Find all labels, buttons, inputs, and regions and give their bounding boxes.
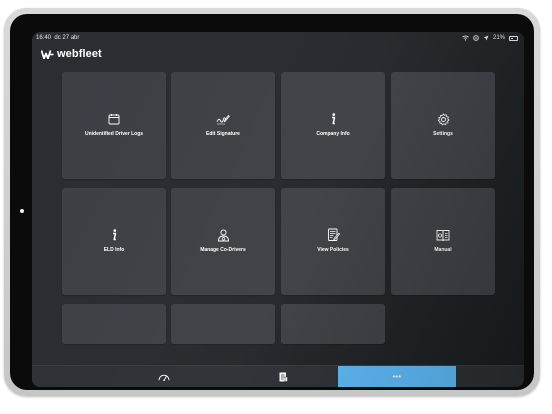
tile-label: Company Info bbox=[316, 131, 350, 137]
tile-settings[interactable]: Settings bbox=[391, 72, 495, 179]
logbook-icon bbox=[279, 372, 288, 382]
tile-partial[interactable] bbox=[171, 304, 275, 344]
tile-partial[interactable] bbox=[281, 304, 385, 344]
tile-edit-signature[interactable]: Edit Signature bbox=[171, 72, 275, 179]
app-screen: 16:40 dc 27 abr 21% webfleet Unidentifie… bbox=[32, 32, 524, 387]
logo-text: webfleet bbox=[57, 48, 102, 60]
webfleet-mark-icon bbox=[41, 49, 54, 59]
tile-eld-info[interactable]: ELD Info bbox=[62, 188, 166, 295]
tab-dashboard[interactable] bbox=[109, 366, 219, 387]
tablet-frame: 16:40 dc 27 abr 21% webfleet Unidentifie… bbox=[4, 8, 540, 396]
gear-icon bbox=[437, 112, 449, 125]
orientation-lock-icon bbox=[473, 35, 479, 41]
tile-view-policies[interactable]: View Policies bbox=[281, 188, 385, 295]
speedometer-icon bbox=[158, 374, 170, 381]
tab-logbook[interactable] bbox=[228, 366, 338, 387]
front-camera bbox=[20, 209, 24, 213]
tile-partial[interactable] bbox=[62, 304, 166, 344]
webfleet-logo: webfleet bbox=[41, 47, 102, 61]
tile-company-info[interactable]: Company Info bbox=[281, 72, 385, 179]
info-icon bbox=[332, 113, 336, 125]
tile-label: View Policies bbox=[317, 247, 349, 253]
tile-label: ELD Info bbox=[103, 247, 125, 253]
book-gear-icon bbox=[436, 229, 450, 241]
tile-label: Edit Signature bbox=[206, 131, 240, 137]
tile-label: Manual bbox=[434, 247, 452, 253]
bottom-tab-bar: ••• bbox=[32, 365, 524, 387]
tile-label: Manage Co-Drivers bbox=[200, 247, 246, 253]
tile-unidentified-driver-logs[interactable]: Unidentified Driver Logs bbox=[62, 72, 166, 179]
calendar-icon bbox=[108, 114, 120, 125]
status-date: dc 27 abr bbox=[54, 35, 80, 41]
tile-manual[interactable]: Manual bbox=[391, 188, 495, 295]
signature-icon bbox=[216, 114, 230, 125]
status-bar: 16:40 dc 27 abr 21% bbox=[32, 32, 524, 46]
document-edit-icon bbox=[327, 228, 340, 241]
battery-icon bbox=[509, 35, 518, 41]
tile-label: Unidentified Driver Logs bbox=[84, 131, 144, 137]
info-icon bbox=[113, 229, 117, 241]
more-icon: ••• bbox=[392, 373, 402, 381]
driver-icon bbox=[217, 228, 229, 241]
status-indicators: 21% bbox=[462, 35, 518, 41]
status-time: 16:40 dc 27 abr bbox=[36, 35, 80, 41]
location-icon bbox=[483, 35, 489, 41]
tab-more[interactable]: ••• bbox=[338, 366, 456, 387]
battery-percent: 21% bbox=[492, 35, 505, 41]
tile-manage-co-drivers[interactable]: Manage Co-Drivers bbox=[171, 188, 275, 295]
wifi-icon bbox=[462, 35, 469, 41]
tile-label: Settings bbox=[433, 131, 453, 137]
